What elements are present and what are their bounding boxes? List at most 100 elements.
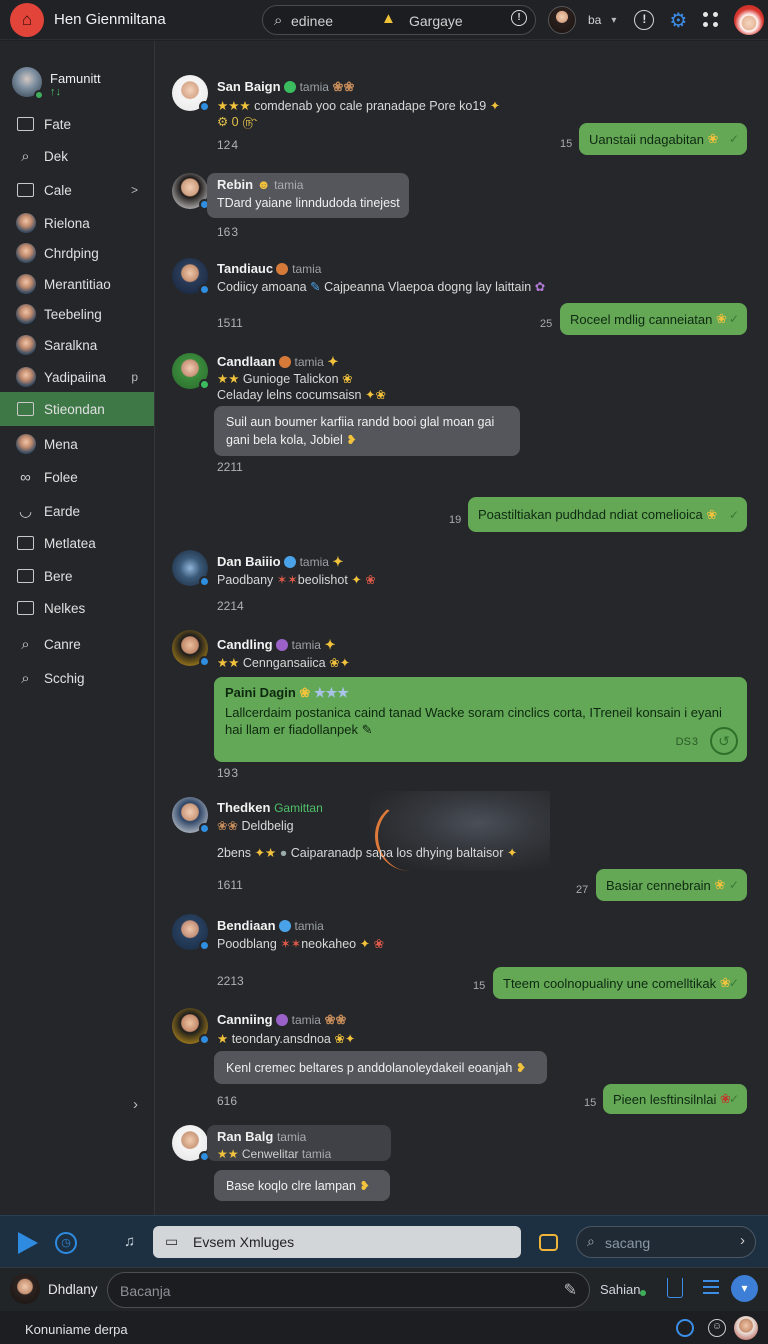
sidebar-item-earde[interactable]: ◡ Earde [0,495,154,527]
message-text: Codiicy amoana ✎ Cajpeanna Vlaepoa dogng… [217,280,546,294]
incoming-message[interactable]: Kenl cremec beltares p anddolanoleydakei… [214,1051,547,1084]
user-avatar[interactable] [10,1274,40,1304]
sidebar-item-saralkna[interactable]: Saralkna [0,329,154,361]
contact-avatar [16,274,36,294]
sidebar-item-bere[interactable]: Bere [0,560,154,592]
sidebar-item-merantitiao[interactable]: Merantitiao [0,268,154,300]
sidebar-item-fate[interactable]: Fate [0,108,154,140]
sender-avatar[interactable] [172,1125,210,1162]
chevron-right-icon[interactable]: › [740,1232,745,1249]
sender-avatar[interactable] [172,75,210,112]
sidebar-item-label: Dek [44,148,69,164]
search-bar[interactable]: ⌕ edinee ▲ Gargaye ! [262,5,536,35]
chevron-right-icon[interactable]: › [133,1096,138,1113]
chevron-down-icon[interactable]: ▾ [731,1275,758,1302]
sender-avatar[interactable] [172,353,210,390]
emoji-icon[interactable]: ☺ [708,1319,726,1337]
message-text: Celaday lelns cocumsaisn ✦❀ [217,388,386,402]
location-icon[interactable] [676,1319,694,1337]
outgoing-message[interactable]: Uanstaii ndagabitan ❀ ✓ [579,123,747,155]
outgoing-message[interactable]: Pieen lesftinsilnlai ❀ ✓ [603,1084,747,1114]
play-icon[interactable] [18,1232,38,1254]
contact-avatar[interactable] [548,6,576,34]
attachment-tab[interactable]: ▭ Evsem Xmluges [153,1226,521,1258]
microphone-icon[interactable]: ♫ [124,1233,135,1250]
message-text: Suil aun boumer karfiia randd booi glal … [226,415,495,429]
message-text: ★★ Cenngansaiica ❀✦ [217,656,351,670]
message-input[interactable]: Bacanja ✎ [107,1272,590,1308]
sidebar-item-stieondan[interactable]: Stieondan [0,392,154,426]
outgoing-message-large[interactable]: Paini Dagin ❀ ★★★ Lallcerdaim postanica … [214,677,747,762]
attach-icon[interactable]: ✎ [564,1280,577,1300]
outgoing-timestamp: 25 [540,318,553,330]
incoming-message[interactable]: Suil aun boumer karfiia randd booi glal … [214,406,520,456]
chevron-down-icon[interactable]: ▾ [611,15,616,26]
outgoing-message[interactable]: Basiar cennebrain ❀ ✓ [596,869,747,901]
sidebar-item-dek[interactable]: ⌕ Dek [0,140,154,172]
sidebar-item-nelkes[interactable]: Nelkes [0,592,154,624]
message-input-placeholder: Bacanja [120,1283,171,1299]
outgoing-message[interactable]: Tteem coolnopualiny une comelltikak ❀ ✓ [493,967,747,999]
sender-avatar[interactable] [172,258,210,295]
sender-avatar[interactable] [172,1008,210,1045]
outgoing-timestamp: 19 [449,514,462,526]
footer-avatar[interactable] [734,1316,758,1340]
list-icon[interactable] [703,1280,719,1296]
alert-icon[interactable]: ! [634,10,655,30]
message-text: ★★ Cenwelitar tamia [217,1147,332,1161]
decorative-arc [375,801,445,871]
settings-gear-icon[interactable]: ⚙ [669,8,687,33]
sidebar-item-teebeling[interactable]: Teebeling [0,298,154,330]
outgoing-message[interactable]: Poastiltiakan pudhdad ndiat comelioica ❀… [468,497,747,532]
sender-name: Rebin ☻ tamia [217,177,304,192]
sidebar-item-canre[interactable]: ⌕ Canre [0,628,154,660]
sidebar-item-label: Folee [44,469,78,485]
sidebar-item-rielona[interactable]: Rielona [0,207,154,239]
sidebar-item-label: Teebeling [44,306,102,322]
message-timestamp: 2214 [217,599,244,613]
share-icon[interactable] [667,1278,683,1298]
reply-icon[interactable]: ↺ [710,727,738,755]
app-logo-icon[interactable]: ⌂ [10,3,44,37]
sidebar-item-metlatea[interactable]: Metlatea [0,527,154,559]
sender-avatar[interactable] [172,550,210,587]
sender-avatar[interactable] [172,797,210,834]
message-timestamp: 1511 [217,316,243,330]
message-text: Paodbany ✶✶beolishot ✦ ❀ [217,573,376,587]
sidebar-item-chrdping[interactable]: Chrdping [0,237,154,269]
incoming-message[interactable]: Rebin ☻ tamia TDard yaiane linndudoda ti… [207,173,409,218]
message-text: Poodblang ✶✶neokaheo ✦ ❀ [217,937,385,951]
user-avatar[interactable] [734,5,765,35]
message-text: ★★★ comdenab yoo cale pranadape Pore ko1… [217,99,501,113]
camera-icon[interactable] [539,1234,558,1251]
chevron-right-icon[interactable]: > [131,183,138,197]
status-name: Sahian [600,1282,641,1297]
sidebar-item-folee[interactable]: ∞ Folee [0,461,154,493]
info-icon[interactable]: ! [511,10,527,26]
sender-avatar[interactable] [172,630,210,667]
outgoing-message[interactable]: Roceel mdlig canneiatan ❀ ✓ [560,303,747,335]
sidebar-item-label: Merantitiao [44,276,111,292]
sender-avatar[interactable] [172,173,210,210]
incoming-message[interactable]: Base koqlo clre lampan ❥ [214,1170,390,1201]
sidebar-item-scchig[interactable]: ⌕ Scchig [0,662,154,694]
cup-icon: ◡ [18,503,33,520]
link-icon: ∞ [20,468,31,486]
sidebar-item-mena[interactable]: Mena [0,428,154,460]
sidebar-item-label: Cale [44,182,72,198]
mail-icon [17,402,34,416]
mail-icon [17,536,34,550]
search-query: edinee [291,13,334,29]
online-status-icon [34,90,44,100]
contact-avatar [16,213,36,233]
secondary-search[interactable]: ⌕ sacang › [576,1226,756,1258]
clock-icon[interactable]: ◷ [55,1232,77,1254]
sender-name: Candling tamia ✦ [217,637,336,652]
user-label[interactable]: ba [588,13,601,27]
sidebar-item-yadipaiina[interactable]: Yadipaiina p [0,361,154,393]
footer-text: Konuniame derpa [25,1322,128,1337]
sidebar-item-cale[interactable]: Cale > [0,174,154,206]
sender-avatar[interactable] [172,914,210,951]
message-text: Base koqlo clre lampan ❥ [226,1179,370,1193]
more-menu-icon[interactable] [701,10,721,30]
